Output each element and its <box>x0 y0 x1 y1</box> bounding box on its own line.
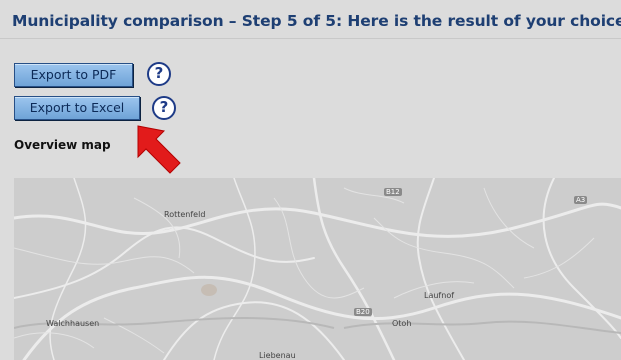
overview-map[interactable]: Rottenfeld Laufnof Otoh Walchhausen Lieb… <box>14 178 621 360</box>
map-road-badge: B20 <box>354 308 372 316</box>
export-excel-button[interactable]: Export to Excel <box>14 96 140 120</box>
map-place-label: Laufnof <box>424 291 455 300</box>
map-place-label: Otoh <box>392 319 412 328</box>
map-road-badge: A3 <box>574 196 588 204</box>
map-place-label: Walchhausen <box>46 319 100 328</box>
help-icon-pdf[interactable]: ? <box>147 62 171 86</box>
title-divider <box>0 38 621 39</box>
red-arrow-annotation-icon <box>137 125 181 174</box>
map-place-label: Rottenfeld <box>164 210 206 219</box>
map-roads <box>14 178 621 360</box>
map-road-badge: B12 <box>384 188 402 196</box>
page-title: Municipality comparison – Step 5 of 5: H… <box>12 12 621 30</box>
export-pdf-button[interactable]: Export to PDF <box>14 63 133 87</box>
map-place-label: Liebenau <box>259 351 296 360</box>
help-icon-excel[interactable]: ? <box>152 96 176 120</box>
overview-map-label: Overview map <box>14 138 111 152</box>
